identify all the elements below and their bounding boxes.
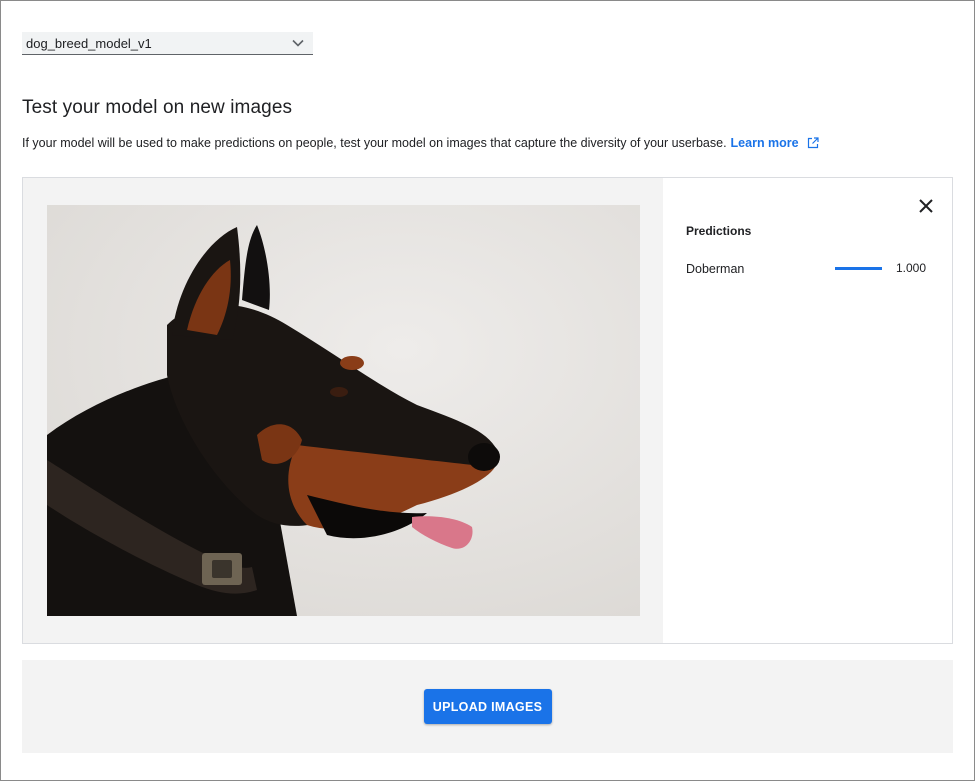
prediction-row: Doberman 1.000 xyxy=(686,260,929,278)
test-image xyxy=(47,205,640,616)
predictions-title: Predictions xyxy=(686,224,752,238)
model-select[interactable]: dog_breed_model_v1 xyxy=(22,32,313,55)
prediction-card: Predictions Doberman 1.000 xyxy=(22,177,953,644)
prediction-score: 1.000 xyxy=(896,261,927,275)
predictions-pane: Predictions Doberman 1.000 xyxy=(663,178,952,643)
prediction-score-bar xyxy=(835,267,882,270)
learn-more-link[interactable]: Learn more xyxy=(731,136,799,150)
section-title: Test your model on new images xyxy=(22,97,293,118)
chevron-down-icon xyxy=(291,36,305,50)
upload-area: UPLOAD IMAGES xyxy=(22,660,953,753)
upload-images-button[interactable]: UPLOAD IMAGES xyxy=(423,689,552,724)
description-text: If your model will be used to make predi… xyxy=(22,136,727,150)
image-pane xyxy=(23,178,663,643)
prediction-label: Doberman xyxy=(686,262,745,276)
close-icon[interactable] xyxy=(916,196,936,216)
section-description: If your model will be used to make predi… xyxy=(22,136,819,150)
open-in-new-icon[interactable] xyxy=(807,137,819,149)
model-select-value: dog_breed_model_v1 xyxy=(26,35,152,51)
prediction-score-fill xyxy=(835,267,882,270)
